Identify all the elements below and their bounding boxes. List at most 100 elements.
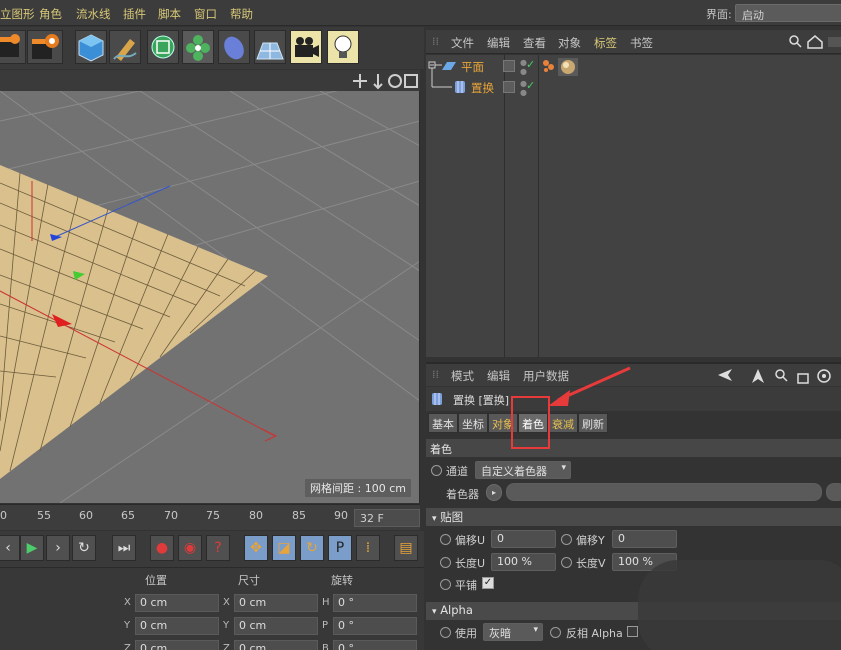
- menu-graphics[interactable]: 立图形: [0, 6, 35, 22]
- axis-label: Y: [124, 620, 131, 631]
- position-z-field[interactable]: 0 cm: [135, 640, 219, 650]
- use-radio[interactable]: [440, 627, 451, 638]
- channel-label: 通道: [446, 465, 468, 478]
- menu-window[interactable]: 窗口: [194, 6, 217, 22]
- object-name-displacer[interactable]: 置换: [471, 80, 494, 96]
- lightbulb-icon: [334, 35, 352, 58]
- toolbar: [0, 27, 424, 69]
- om-menu-edit[interactable]: 编辑: [487, 35, 510, 51]
- current-frame-field[interactable]: 32 F: [354, 509, 420, 527]
- offset-u-field[interactable]: 0: [491, 530, 556, 548]
- length-v-label: 长度V: [576, 557, 606, 570]
- light-button[interactable]: [327, 30, 359, 64]
- record-key-icon[interactable]: ●: [150, 535, 174, 561]
- rotation-b-field[interactable]: 0 °: [333, 640, 417, 650]
- loop-icon[interactable]: ↻: [72, 535, 96, 561]
- om-menu-file[interactable]: 文件: [451, 35, 474, 51]
- use-label: 使用: [455, 627, 477, 640]
- rotate-key-icon[interactable]: ↻: [300, 535, 324, 561]
- use-dropdown[interactable]: 灰暗 ▾: [483, 623, 543, 641]
- render-settings-button[interactable]: [27, 30, 63, 64]
- axis-label: B: [322, 643, 329, 650]
- enabled-check-icon[interactable]: ✓: [526, 79, 535, 92]
- next-key-button[interactable]: ›: [46, 535, 70, 561]
- viewport-3d[interactable]: 网格间距 : 100 cm: [0, 91, 420, 503]
- offset-u-radio[interactable]: [440, 534, 451, 545]
- om-menu-view[interactable]: 查看: [523, 35, 546, 51]
- rotation-p-field[interactable]: 0 °: [333, 617, 417, 635]
- om-menu-object[interactable]: 对象: [558, 35, 581, 51]
- am-menu-edit[interactable]: 编辑: [487, 368, 510, 384]
- channel-dropdown[interactable]: 自定义着色器 ▾: [475, 461, 571, 479]
- section-shading-header: 着色: [426, 439, 841, 457]
- tick-label: 75: [206, 509, 220, 522]
- auto-key-icon[interactable]: ◉: [178, 535, 202, 561]
- layout-select[interactable]: 启动: [735, 4, 841, 22]
- tile-checkbox[interactable]: ✓: [482, 577, 494, 589]
- render-view-button[interactable]: [0, 30, 26, 64]
- shader-more-button[interactable]: [826, 483, 841, 501]
- tile-radio[interactable]: [440, 579, 451, 590]
- menu-plugins[interactable]: 插件: [123, 6, 146, 22]
- offset-v-field[interactable]: 0: [612, 530, 677, 548]
- move-key-icon[interactable]: ✥: [244, 535, 268, 561]
- cube-button[interactable]: [75, 30, 107, 64]
- tab-falloff[interactable]: 衰减: [548, 413, 578, 433]
- size-x-field[interactable]: 0 cm: [234, 594, 318, 612]
- prev-key-button[interactable]: ‹: [0, 535, 20, 561]
- tab-coord[interactable]: 坐标: [458, 413, 488, 433]
- material-tags[interactable]: [542, 58, 580, 76]
- length-u-radio[interactable]: [440, 557, 451, 568]
- subdivision-button[interactable]: [147, 30, 179, 64]
- viewport-nav-icons[interactable]: [352, 72, 420, 90]
- scale-key-icon[interactable]: ◪: [272, 535, 296, 561]
- invert-alpha-checkbox[interactable]: [627, 626, 638, 637]
- invert-alpha-label: 反相 Alpha: [566, 627, 623, 640]
- position-x-field[interactable]: 0 cm: [135, 594, 219, 612]
- grip-icon: ⁞⁞: [432, 35, 439, 48]
- camera-button[interactable]: [290, 30, 322, 64]
- om-menu-tags[interactable]: 标签: [594, 35, 617, 51]
- am-nav-icons[interactable]: [716, 367, 841, 385]
- shader-field[interactable]: [506, 483, 822, 501]
- rotation-h-field[interactable]: 0 °: [333, 594, 417, 612]
- film-strip-icon[interactable]: ▤: [394, 535, 418, 561]
- menu-character[interactable]: 角色: [39, 6, 62, 22]
- tick-label: 0: [0, 509, 7, 522]
- om-menu-bookmarks[interactable]: 书签: [630, 35, 653, 51]
- plane-icon: [442, 62, 456, 70]
- menu-help[interactable]: 帮助: [230, 6, 253, 22]
- tab-basic[interactable]: 基本: [428, 413, 458, 433]
- key-help-icon[interactable]: ?: [206, 535, 230, 561]
- shader-expand-icon[interactable]: ▸: [486, 484, 502, 501]
- section-texture-header[interactable]: ▾ 贴图: [426, 508, 841, 526]
- offset-v-radio[interactable]: [561, 534, 572, 545]
- position-y-field[interactable]: 0 cm: [135, 617, 219, 635]
- go-to-end-button[interactable]: ⏭: [112, 535, 136, 561]
- size-header: 尺寸: [238, 574, 260, 587]
- om-nav-icons[interactable]: [788, 34, 841, 50]
- floor-button[interactable]: [254, 30, 286, 64]
- play-icon[interactable]: ▶: [20, 535, 44, 561]
- floor-icon: [256, 42, 284, 60]
- object-name-plane[interactable]: 平面: [461, 59, 484, 75]
- point-level-icon[interactable]: ⁞: [356, 535, 380, 561]
- length-u-field[interactable]: 100 %: [491, 553, 556, 571]
- layer-icon[interactable]: [503, 81, 515, 93]
- tab-refresh[interactable]: 刷新: [578, 413, 608, 433]
- deformer-button[interactable]: [218, 30, 250, 64]
- invert-alpha-radio[interactable]: [550, 627, 561, 638]
- menu-pipeline[interactable]: 流水线: [76, 6, 111, 22]
- cloner-button[interactable]: [182, 30, 214, 64]
- menu-script[interactable]: 脚本: [158, 6, 181, 22]
- enabled-check-icon[interactable]: ✓: [526, 58, 535, 71]
- length-v-radio[interactable]: [561, 557, 572, 568]
- size-y-field[interactable]: 0 cm: [234, 617, 318, 635]
- attribute-title: 置换 [置换]: [453, 394, 510, 407]
- layer-icon[interactable]: [503, 60, 515, 72]
- channel-radio[interactable]: [431, 465, 442, 476]
- param-key-icon[interactable]: P: [328, 535, 352, 561]
- pen-button[interactable]: [109, 30, 141, 64]
- size-z-field[interactable]: 0 cm: [234, 640, 318, 650]
- am-menu-mode[interactable]: 模式: [451, 368, 474, 384]
